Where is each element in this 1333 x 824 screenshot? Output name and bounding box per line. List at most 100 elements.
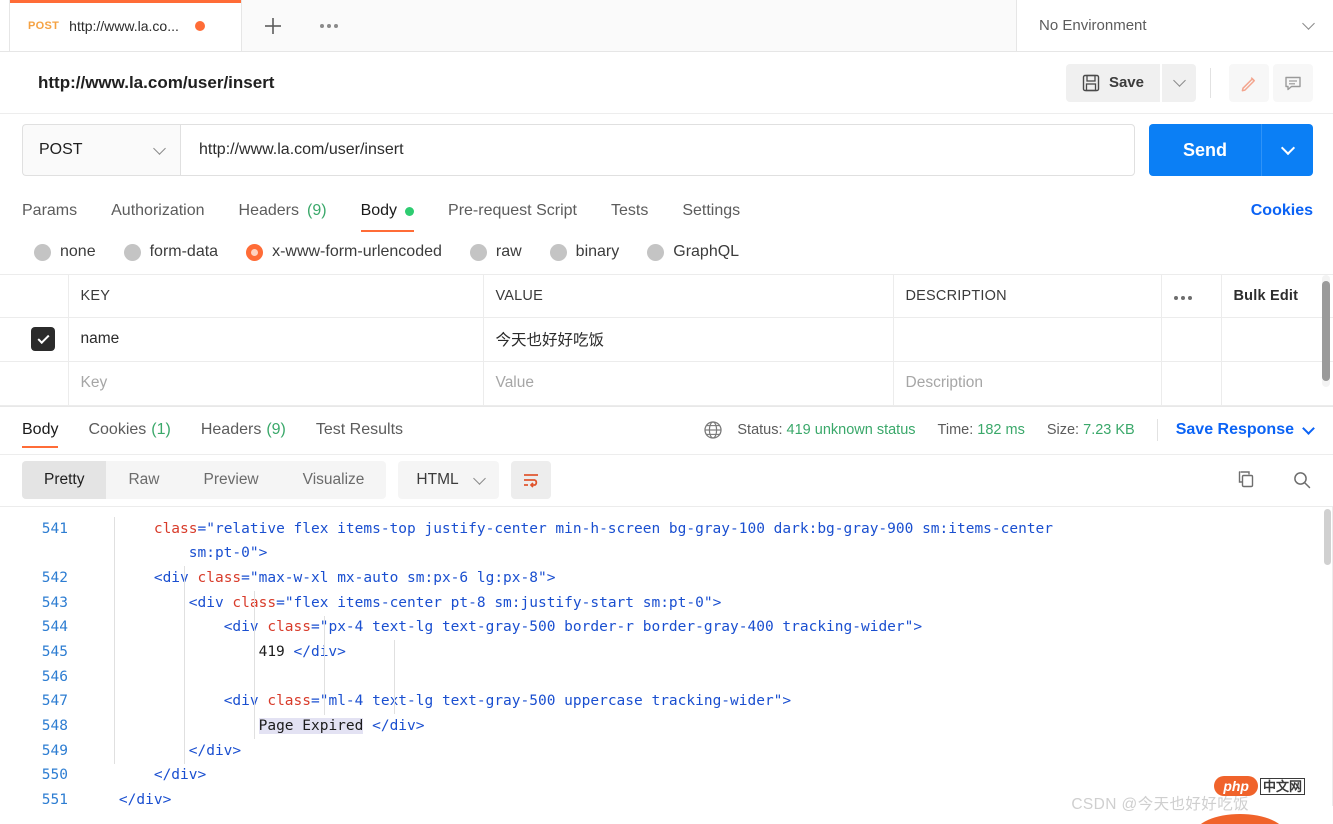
body-type-graphql[interactable]: GraphQL — [647, 243, 739, 261]
code-line: </div> — [188, 742, 242, 759]
body-type-label: raw — [495, 243, 522, 260]
ellipsis-icon — [320, 23, 338, 28]
body-type-label: none — [60, 243, 96, 260]
tab-authorization[interactable]: Authorization — [111, 202, 204, 232]
body-type-none[interactable]: none — [34, 243, 96, 261]
new-row-description-input[interactable]: Description — [893, 361, 1162, 406]
line-number: 543 — [41, 594, 68, 611]
radio-icon — [123, 243, 141, 261]
body-type-x-www-form-urlencoded[interactable]: x-www-form-urlencoded — [246, 243, 442, 261]
save-options-button[interactable] — [1162, 63, 1196, 102]
code-line-numbers: 541 542 543 544 545 546 547 548 549 550 551 — [0, 507, 84, 806]
code-line: </div> — [153, 767, 207, 784]
code-line: <div class="flex items-center pt-8 sm:ju… — [188, 594, 722, 611]
search-button[interactable] — [1291, 469, 1313, 491]
row-options-cell — [1161, 317, 1222, 362]
tab-tests[interactable]: Tests — [611, 202, 648, 232]
save-button[interactable]: Save — [1065, 63, 1160, 102]
body-type-binary[interactable]: binary — [549, 243, 619, 261]
send-options-button[interactable] — [1261, 124, 1313, 176]
tab-more-button[interactable] — [304, 0, 354, 51]
response-tab-cookies[interactable]: Cookies (1) — [88, 406, 170, 454]
tab-label: Authorization — [111, 202, 205, 219]
tab-label: Params — [22, 202, 78, 219]
chevron-down-icon — [1172, 74, 1186, 87]
tab-settings[interactable]: Settings — [682, 202, 740, 232]
response-view-toolbar: Pretty Raw Preview Visualize HTML — [0, 453, 1333, 506]
new-tab-button[interactable] — [242, 0, 304, 51]
request-tab-title: http://www.la.co... — [69, 17, 179, 34]
row-checkbox[interactable] — [31, 327, 55, 351]
tab-body[interactable]: Body — [360, 202, 415, 232]
response-tabs-bar: Body Cookies (1) Headers (9) Test Result… — [0, 405, 1333, 454]
chevron-down-icon — [153, 141, 166, 155]
tab-strip-spacer — [354, 0, 1016, 51]
body-params-table: KEY VALUE DESCRIPTION Bulk Edit name 今天也… — [0, 274, 1333, 406]
word-wrap-icon — [523, 474, 538, 488]
response-format-selector[interactable]: HTML — [398, 461, 499, 499]
tab-label: Body — [22, 421, 59, 438]
environment-selected-label: No Environment — [1039, 17, 1147, 34]
send-button[interactable]: Send — [1149, 124, 1261, 176]
environment-selector[interactable]: No Environment — [1016, 0, 1333, 51]
request-tab[interactable]: POST http://www.la.co... — [10, 0, 242, 51]
response-tab-test-results[interactable]: Test Results — [316, 406, 403, 454]
table-row: name 今天也好好吃饭 — [0, 317, 1333, 362]
response-body-code[interactable]: 541 542 543 544 545 546 547 548 549 550 551 class=… — [0, 505, 1333, 806]
size-label: Size: — [1046, 422, 1080, 438]
body-type-label: form-data — [149, 243, 219, 260]
body-type-form-data[interactable]: form-data — [123, 243, 219, 261]
tab-params[interactable]: Params — [22, 202, 77, 232]
size-value: 7.23 KB — [1083, 422, 1135, 438]
new-row-value-input[interactable]: Value — [483, 361, 894, 406]
new-row-key-input[interactable]: Key — [68, 361, 484, 406]
row-key-input[interactable]: name — [68, 317, 484, 362]
status-badge: Status: 419 unknown status — [737, 422, 915, 438]
body-type-raw[interactable]: raw — [469, 243, 522, 261]
format-selected-label: HTML — [416, 471, 459, 488]
view-visualize[interactable]: Visualize — [281, 461, 387, 499]
response-view-segments: Pretty Raw Preview Visualize — [22, 461, 387, 499]
radio-selected-icon — [246, 243, 264, 261]
comment-button[interactable] — [1273, 63, 1313, 102]
code-content[interactable]: class="relative flex items-top justify-c… — [84, 507, 1333, 806]
row-trailing-cell — [1221, 361, 1333, 406]
row-checkbox-cell — [0, 317, 69, 362]
response-tab-body[interactable]: Body — [22, 406, 59, 454]
code-lines: class="relative flex items-top justify-c… — [84, 517, 1333, 806]
floppy-disk-icon — [1082, 74, 1100, 91]
tab-label: Body — [360, 202, 398, 219]
status-value: 419 unknown status — [786, 422, 916, 438]
header-divider — [1210, 67, 1211, 98]
kv-scrollbar-thumb[interactable] — [1322, 281, 1330, 381]
view-preview[interactable]: Preview — [182, 461, 281, 499]
time-label: Time: — [937, 422, 974, 438]
view-pretty[interactable]: Pretty — [22, 461, 107, 499]
header-value: VALUE — [483, 275, 894, 318]
copy-button[interactable] — [1235, 469, 1257, 491]
method-selected-label: POST — [39, 141, 83, 158]
chevron-down-icon — [1302, 17, 1315, 30]
bulk-edit-button[interactable]: Bulk Edit — [1221, 275, 1333, 318]
response-tools — [1235, 469, 1313, 491]
tab-pre-request-script[interactable]: Pre-request Script — [448, 202, 577, 232]
tab-headers[interactable]: Headers (9) — [239, 202, 327, 232]
line-number: 549 — [41, 742, 68, 759]
url-input[interactable] — [180, 124, 1135, 176]
word-wrap-button[interactable] — [510, 461, 551, 499]
request-header-row: http://www.la.com/user/insert Save — [0, 52, 1333, 114]
size-badge: Size: 7.23 KB — [1047, 422, 1135, 438]
table-options-button[interactable] — [1161, 275, 1222, 318]
row-value-input[interactable]: 今天也好好吃饭 — [483, 317, 894, 362]
line-number: 550 — [41, 767, 68, 784]
view-raw[interactable]: Raw — [106, 461, 181, 499]
save-response-button[interactable]: Save Response — [1176, 421, 1315, 439]
row-description-input[interactable] — [893, 317, 1162, 362]
method-selector[interactable]: POST — [22, 124, 180, 176]
response-tab-headers[interactable]: Headers (9) — [201, 406, 286, 454]
edit-request-button[interactable] — [1229, 63, 1269, 102]
cookies-link[interactable]: Cookies — [1251, 202, 1313, 232]
response-meta: Status: 419 unknown status Time: 182 ms … — [703, 419, 1315, 441]
body-type-options: none form-data x-www-form-urlencoded raw… — [0, 232, 1333, 274]
